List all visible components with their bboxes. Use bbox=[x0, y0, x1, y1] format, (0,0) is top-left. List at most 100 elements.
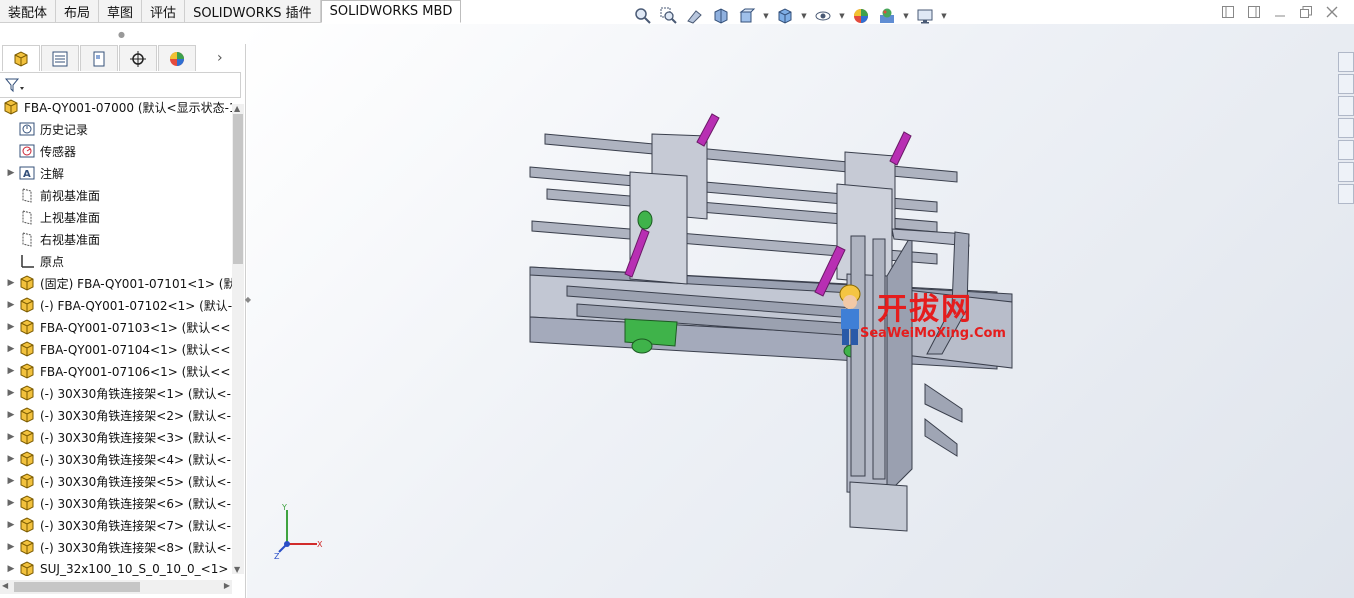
tree-item[interactable]: ▶ (-) 30X30角铁连接架<4> (默认<- bbox=[0, 448, 232, 470]
expand-arrow-icon[interactable]: ▶ bbox=[4, 542, 18, 552]
expand-arrow-icon[interactable]: ▶ bbox=[4, 476, 18, 486]
tree-item[interactable]: ▶ (-) FBA-QY001-07102<1> (默认- bbox=[0, 294, 232, 316]
view-palette-icon[interactable] bbox=[1338, 118, 1354, 138]
expand-arrow-icon[interactable]: ▶ bbox=[4, 322, 18, 332]
scroll-left-icon[interactable]: ◀ bbox=[2, 581, 8, 590]
tree-item[interactable]: ▶ (-) 30X30角铁连接架<5> (默认<- bbox=[0, 470, 232, 492]
feature-manager-icon[interactable] bbox=[2, 45, 40, 71]
tree-item-label: FBA-QY001-07106<1> (默认<< bbox=[40, 364, 231, 379]
tree-item-label: FBA-QY001-07104<1> (默认<< bbox=[40, 342, 231, 357]
tree-item[interactable]: 右视基准面 bbox=[0, 228, 232, 250]
scroll-up-icon[interactable]: ▲ bbox=[234, 104, 240, 113]
panel-left-icon[interactable] bbox=[1220, 4, 1236, 20]
tab-assembly[interactable]: 装配体 bbox=[0, 0, 57, 23]
tree-item[interactable]: ▶ FBA-QY001-07103<1> (默认<< bbox=[0, 316, 232, 338]
graphics-area[interactable]: 开拔网 SeaWeiMoXing.Com Y X Z bbox=[247, 24, 1354, 598]
dimxpert-icon[interactable] bbox=[119, 45, 157, 71]
expand-arrow-icon[interactable]: ▶ bbox=[4, 366, 18, 376]
tree-item[interactable]: ▶ (-) 30X30角铁连接架<6> (默认<- bbox=[0, 492, 232, 514]
tree-root[interactable]: FBA-QY001-07000 (默认<显示状态-1 bbox=[0, 96, 232, 118]
tree-item-label: (-) 30X30角铁连接架<8> (默认<- bbox=[40, 540, 231, 555]
apply-scene-dropdown-icon[interactable]: ▼ bbox=[902, 12, 910, 20]
expand-arrow-icon[interactable]: ▶ bbox=[4, 520, 18, 530]
tree-item[interactable]: ▶ (-) 30X30角铁连接架<8> (默认<- bbox=[0, 536, 232, 558]
view-orientation-dropdown-icon[interactable]: ▼ bbox=[762, 12, 770, 20]
tab-layout[interactable]: 布局 bbox=[56, 0, 100, 23]
display-manager-icon[interactable] bbox=[158, 45, 196, 71]
expand-arrow-icon[interactable]: ▶ bbox=[4, 498, 18, 508]
restore-icon[interactable] bbox=[1298, 4, 1314, 20]
custom-properties-icon[interactable] bbox=[1338, 162, 1354, 182]
tree-item[interactable]: 历史记录 bbox=[0, 118, 232, 140]
tree-item[interactable]: 传感器 bbox=[0, 140, 232, 162]
tree-item-label: 注解 bbox=[40, 166, 65, 181]
svg-text:A: A bbox=[23, 169, 31, 180]
panel-splitter[interactable]: ◆ bbox=[244, 290, 252, 308]
subassembly-icon bbox=[18, 340, 36, 358]
scroll-down-icon[interactable]: ▼ bbox=[234, 565, 240, 574]
tree-item[interactable]: ▶ FBA-QY001-07106<1> (默认<< bbox=[0, 360, 232, 382]
expand-arrow-icon[interactable]: ▶ bbox=[4, 432, 18, 442]
tree-item-label: (-) 30X30角铁连接架<7> (默认<- bbox=[40, 518, 231, 533]
tab-sketch[interactable]: 草图 bbox=[99, 0, 143, 23]
tree-item[interactable]: ▶ FBA-QY001-07104<1> (默认<< bbox=[0, 338, 232, 360]
tree-item[interactable]: ▶ SUJ_32x100_10_S_0_10_0_<1> (S bbox=[0, 558, 232, 576]
chevron-right-icon[interactable]: › bbox=[217, 50, 223, 66]
tree-item[interactable]: ▶ (-) 30X30角铁连接架<1> (默认<- bbox=[0, 382, 232, 404]
property-manager-icon[interactable] bbox=[41, 45, 79, 71]
view-settings-dropdown-icon[interactable]: ▼ bbox=[940, 12, 948, 20]
solidworks-resources-icon[interactable] bbox=[1338, 52, 1354, 72]
tab-solidworks-mbd[interactable]: SOLIDWORKS MBD bbox=[320, 0, 462, 23]
subassembly-icon bbox=[18, 274, 36, 292]
expand-arrow-icon[interactable]: ▶ bbox=[4, 168, 18, 178]
tree-item[interactable]: ▶ (固定) FBA-QY001-07101<1> (默 bbox=[0, 272, 232, 294]
expand-arrow-icon[interactable]: ▶ bbox=[4, 344, 18, 354]
assembly-model[interactable] bbox=[247, 24, 1354, 598]
watermark-url: SeaWeiMoXing.Com bbox=[860, 326, 1006, 341]
tree-horizontal-scroll-thumb[interactable] bbox=[14, 582, 140, 592]
panel-grip-icon[interactable]: ● bbox=[118, 30, 125, 39]
tree-item[interactable]: 前视基准面 bbox=[0, 184, 232, 206]
filter-bar[interactable] bbox=[0, 72, 241, 98]
tree-item-label: (-) 30X30角铁连接架<1> (默认<- bbox=[40, 386, 231, 401]
tree-horizontal-scrollbar[interactable]: ◀ ▶ bbox=[0, 580, 232, 594]
tab-evaluate[interactable]: 评估 bbox=[142, 0, 186, 23]
file-explorer-icon[interactable] bbox=[1338, 96, 1354, 116]
tree-item-label: SUJ_32x100_10_S_0_10_0_<1> (S bbox=[40, 562, 232, 576]
tree-item[interactable]: ▶ (-) 30X30角铁连接架<2> (默认<- bbox=[0, 404, 232, 426]
expand-arrow-icon[interactable]: ▶ bbox=[4, 278, 18, 288]
tree-item[interactable]: 原点 bbox=[0, 250, 232, 272]
tree-item-label: (-) 30X30角铁连接架<4> (默认<- bbox=[40, 452, 231, 467]
tree-item-label: (-) 30X30角铁连接架<2> (默认<- bbox=[40, 408, 231, 423]
solidworks-forum-icon[interactable] bbox=[1338, 184, 1354, 204]
appearances-icon[interactable] bbox=[1338, 140, 1354, 160]
scroll-right-icon[interactable]: ▶ bbox=[224, 581, 230, 590]
configuration-manager-icon[interactable] bbox=[80, 45, 118, 71]
watermark: 开拔网 SeaWeiMoXing.Com bbox=[832, 282, 1022, 352]
tree-item-label: (-) 30X30角铁连接架<5> (默认<- bbox=[40, 474, 231, 489]
tree-item[interactable]: ▶ (-) 30X30角铁连接架<3> (默认<- bbox=[0, 426, 232, 448]
expand-arrow-icon[interactable]: ▶ bbox=[4, 300, 18, 310]
hide-show-dropdown-icon[interactable]: ▼ bbox=[838, 12, 846, 20]
expand-arrow-icon[interactable]: ▶ bbox=[4, 564, 18, 574]
expand-arrow-icon[interactable]: ▶ bbox=[4, 410, 18, 420]
expand-arrow-icon[interactable]: ▶ bbox=[4, 454, 18, 464]
task-pane-tabs bbox=[1338, 52, 1354, 218]
tab-solidworks-addins[interactable]: SOLIDWORKS 插件 bbox=[185, 0, 321, 23]
sensor-icon bbox=[18, 142, 36, 160]
tree-vertical-scrollbar[interactable]: ▲ ▼ bbox=[232, 104, 244, 574]
tree-item[interactable]: 上视基准面 bbox=[0, 206, 232, 228]
tree-item-label: 原点 bbox=[40, 254, 65, 269]
tree-item[interactable]: ▶ (-) 30X30角铁连接架<7> (默认<- bbox=[0, 514, 232, 536]
panel-right-icon[interactable] bbox=[1246, 4, 1262, 20]
design-library-icon[interactable] bbox=[1338, 74, 1354, 94]
tree-vertical-scroll-thumb[interactable] bbox=[233, 114, 243, 264]
display-style-dropdown-icon[interactable]: ▼ bbox=[800, 12, 808, 20]
expand-arrow-icon[interactable]: ▶ bbox=[4, 388, 18, 398]
plane-icon bbox=[18, 186, 36, 204]
tree-item[interactable]: ▶ A 注解 bbox=[0, 162, 232, 184]
filter-icon[interactable] bbox=[4, 77, 26, 93]
minimize-icon[interactable] bbox=[1272, 4, 1288, 20]
close-icon[interactable] bbox=[1324, 4, 1340, 20]
subassembly-icon bbox=[18, 362, 36, 380]
